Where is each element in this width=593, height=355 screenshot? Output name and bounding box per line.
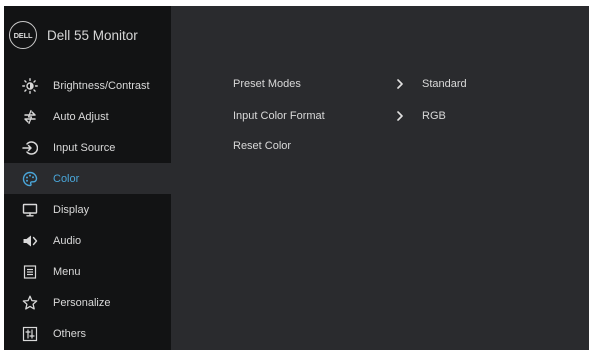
chevron-right-icon [396, 111, 422, 121]
sidebar-item-auto-adjust[interactable]: Auto Adjust [4, 101, 171, 132]
sidebar-item-label: Input Source [53, 141, 116, 154]
reset-color-row[interactable]: Reset Color [233, 135, 533, 157]
sidebar-item-color[interactable]: Color [4, 163, 171, 194]
input-color-format-row[interactable]: Input Color Format RGB [233, 105, 533, 127]
sidebar-menu: Brightness/Contrast Auto Adjust Input So… [4, 70, 171, 349]
sidebar-item-audio[interactable]: Audio [4, 225, 171, 256]
sidebar-item-brightness-contrast[interactable]: Brightness/Contrast [4, 70, 171, 101]
sidebar-item-input-source[interactable]: Input Source [4, 132, 171, 163]
sidebar-item-others[interactable]: Others [4, 318, 171, 349]
sidebar-item-display[interactable]: Display [4, 194, 171, 225]
preset-modes-row[interactable]: Preset Modes Standard [233, 73, 533, 95]
monitor-model-title: Dell 55 Monitor [47, 27, 138, 43]
monitor-osd: DELL Dell 55 Monitor Brightness/Contrast… [4, 6, 589, 350]
dell-logo-text: DELL [13, 30, 33, 40]
sidebar: DELL Dell 55 Monitor Brightness/Contrast… [4, 6, 171, 350]
color-settings-panel: Preset Modes Standard Input Color Format… [171, 6, 589, 350]
sidebar-item-label: Color [53, 172, 80, 185]
preset-modes-value: Standard [422, 78, 467, 90]
sidebar-item-label: Personalize [53, 296, 111, 309]
menu-icon [22, 264, 38, 280]
sidebar-item-label: Auto Adjust [53, 110, 109, 123]
sidebar-item-personalize[interactable]: Personalize [4, 287, 171, 318]
brightness-icon [22, 77, 38, 94]
sidebar-item-label: Brightness/Contrast [53, 79, 150, 92]
input-source-icon [22, 140, 38, 156]
color-palette-icon [22, 171, 38, 187]
input-color-format-label: Input Color Format [233, 110, 325, 122]
sidebar-item-label: Display [53, 203, 90, 216]
sidebar-item-menu[interactable]: Menu [4, 256, 171, 287]
dell-logo: DELL [9, 21, 37, 49]
preset-modes-label: Preset Modes [233, 78, 301, 90]
sidebar-item-label: Others [53, 327, 87, 340]
auto-adjust-icon [22, 109, 38, 125]
reset-color-label: Reset Color [233, 140, 292, 152]
chevron-right-icon [396, 79, 422, 89]
star-icon [22, 295, 38, 311]
display-icon [22, 202, 38, 218]
speaker-icon [22, 233, 38, 249]
sidebar-item-label: Menu [53, 265, 81, 278]
sidebar-item-label: Audio [53, 234, 82, 247]
others-icon [22, 326, 38, 342]
input-color-format-value: RGB [422, 110, 446, 122]
osd-header: DELL Dell 55 Monitor [4, 6, 171, 64]
